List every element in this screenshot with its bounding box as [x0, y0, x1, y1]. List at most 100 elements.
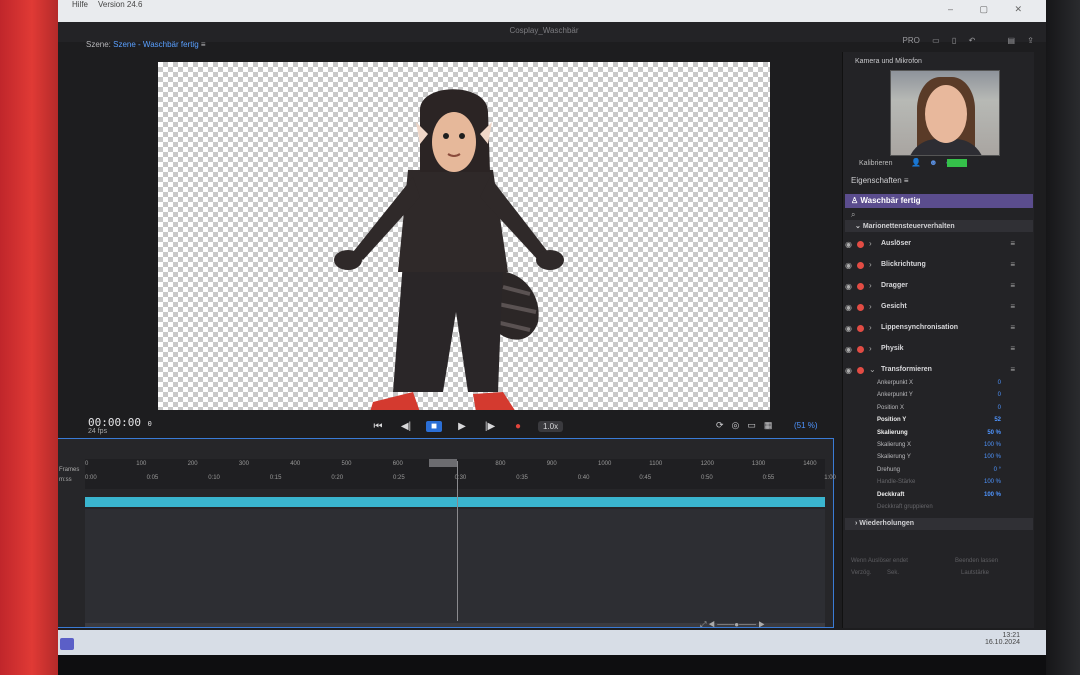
timeline-tracks[interactable] [85, 509, 825, 623]
transform-property[interactable]: Deckkraft 100 % [877, 492, 1017, 504]
playhead[interactable] [457, 461, 458, 621]
expand-icon[interactable]: › [869, 323, 872, 332]
menu-icon[interactable]: ≡ [1010, 302, 1015, 311]
go-to-start-icon[interactable]: ⏮ [370, 421, 386, 432]
arm-record-icon[interactable] [857, 346, 864, 353]
transform-property[interactable]: Skalierung Y 100 % [877, 454, 1017, 466]
step-back-icon[interactable]: ◀| [398, 421, 414, 432]
arm-record-icon[interactable] [857, 241, 864, 248]
menu-icon[interactable]: ≡ [1010, 344, 1015, 353]
grid-icon[interactable]: ▦ [764, 420, 781, 430]
property-value[interactable]: 50 % [987, 430, 1001, 436]
property-value[interactable]: 100 % [984, 479, 1001, 485]
expand-icon[interactable]: › [869, 344, 872, 353]
monitor-icon[interactable]: ▭ [747, 420, 764, 430]
transform-property[interactable]: Ankerpunkt X 0 [877, 380, 1017, 392]
layout-icon[interactable]: ▭ [932, 36, 940, 45]
behavior-row[interactable]: ◉ › Physik ≡ [845, 341, 1033, 359]
record-icon[interactable]: ● [510, 421, 526, 432]
property-value[interactable]: 0 [998, 405, 1001, 411]
puppet-character[interactable] [158, 62, 770, 410]
zoom-level[interactable]: (51 %) [794, 421, 818, 430]
arm-record-icon[interactable] [857, 262, 864, 269]
expand-icon[interactable]: › [869, 281, 872, 290]
playhead-handle[interactable] [429, 459, 457, 467]
behavior-row[interactable]: ◉ › Gesicht ≡ [845, 299, 1033, 317]
transform-property[interactable]: Skalierung 50 % [877, 430, 1017, 442]
pro-badge[interactable]: PRO [903, 36, 920, 45]
expand-icon[interactable]: › [869, 239, 872, 248]
repeats-header[interactable]: › Wiederholungen [845, 518, 1033, 530]
property-value[interactable]: 0 [998, 380, 1001, 386]
transform-property[interactable]: Handle-Stärke 100 % [877, 479, 1017, 491]
stop-icon[interactable]: ■ [426, 420, 442, 432]
time-tick: 0:25 [393, 475, 405, 481]
panel-icon[interactable]: ▯ [952, 36, 956, 45]
property-value[interactable]: 0 [998, 392, 1001, 398]
visibility-icon[interactable]: ◉ [845, 282, 852, 291]
behavior-row[interactable]: ◉ › Lippensynchronisation ≡ [845, 320, 1033, 338]
visibility-icon[interactable]: ◉ [845, 240, 852, 249]
visibility-icon[interactable]: ◉ [845, 303, 852, 312]
arm-record-icon[interactable] [857, 367, 864, 374]
visibility-icon[interactable]: ◉ [845, 261, 852, 270]
property-value[interactable]: 100 % [984, 442, 1001, 448]
speed-button[interactable]: 1.0x [538, 420, 564, 432]
arm-record-icon[interactable] [857, 325, 864, 332]
menu-icon[interactable]: ≡ [1010, 239, 1015, 248]
search-icon[interactable]: ⌕ [851, 210, 855, 220]
arm-record-icon[interactable] [857, 304, 864, 311]
undo-icon[interactable]: ↶ [969, 36, 976, 45]
behaviors-header[interactable]: ⌄ Marionettensteuerverhalten [845, 220, 1033, 232]
arm-record-icon[interactable] [857, 283, 864, 290]
transform-property[interactable]: Deckkraft gruppieren [877, 504, 1017, 516]
sync-icon[interactable]: ⟳ [716, 420, 732, 430]
scene-selector[interactable]: Szene: Szene - Waschbär fertig ≡ [86, 40, 206, 49]
scene-stage[interactable] [158, 62, 770, 410]
menu-icon[interactable]: ≡ [1010, 365, 1015, 374]
property-value[interactable]: 100 % [984, 454, 1001, 460]
calibrate-label[interactable]: Kalibrieren [859, 160, 892, 167]
property-value[interactable]: 0 ° [994, 467, 1001, 473]
comment-icon[interactable]: ▤ [1008, 36, 1016, 45]
behavior-row[interactable]: ◉ ⌄ Transformieren ≡ [845, 362, 1033, 380]
expand-icon[interactable]: › [869, 302, 872, 311]
window-controls[interactable]: – ▢ ✕ [948, 4, 1034, 15]
right-panel: Kamera und Mikrofon Kalibrieren 👤 ☻ ● Ei… [842, 52, 1034, 628]
transform-property[interactable]: Position X 0 [877, 405, 1017, 417]
visibility-icon[interactable]: ◉ [845, 324, 852, 333]
frame-tick: 600 [392, 461, 403, 467]
scene-name[interactable]: Szene - Waschbär fertig [113, 40, 199, 49]
behavior-row[interactable]: ◉ › Blickrichtung ≡ [845, 257, 1033, 275]
property-value[interactable]: 52 [994, 417, 1001, 423]
transform-property[interactable]: Ankerpunkt Y 0 [877, 392, 1017, 404]
menu-item-help[interactable]: Hilfe [72, 0, 88, 9]
clock-time[interactable]: 13:21 [985, 632, 1020, 639]
step-forward-icon[interactable]: |▶ [482, 421, 498, 432]
puppet-track[interactable] [85, 497, 825, 507]
transform-property[interactable]: Skalierung X 100 % [877, 442, 1017, 454]
clock-date[interactable]: 16.10.2024 [985, 639, 1020, 646]
menu-icon[interactable]: ≡ [1010, 323, 1015, 332]
timeline-zoom-slider[interactable]: ⤢ ◀ ───●─── ▶ [700, 620, 765, 630]
visibility-icon[interactable]: ◉ [845, 366, 852, 375]
camera-panel-title: Kamera und Mikrofon [855, 58, 922, 65]
behavior-row[interactable]: ◉ › Dragger ≡ [845, 278, 1033, 296]
expand-icon[interactable]: ⌄ [869, 365, 876, 374]
play-icon[interactable]: ▶ [454, 421, 470, 432]
camera-icon[interactable]: ◎ [732, 420, 748, 430]
teams-icon[interactable] [60, 638, 74, 650]
share-icon[interactable]: ⇪ [1027, 36, 1034, 45]
transform-property[interactable]: Position Y 52 [877, 417, 1017, 429]
property-value[interactable]: 100 % [984, 492, 1001, 498]
version-label: Version 24.6 [98, 0, 143, 9]
behavior-row[interactable]: ◉ › Auslöser ≡ [845, 236, 1033, 254]
expand-icon[interactable]: › [869, 260, 872, 269]
menu-icon[interactable]: ≡ [1010, 281, 1015, 290]
menu-icon[interactable]: ≡ [201, 40, 206, 49]
puppet-name-bar[interactable]: ♙ Waschbär fertig [845, 194, 1033, 208]
visibility-icon[interactable]: ◉ [845, 345, 852, 354]
menu-icon[interactable]: ≡ [1010, 260, 1015, 269]
faint-finish-dropdown[interactable]: Beenden lassen [955, 558, 998, 564]
transform-property[interactable]: Drehung 0 ° [877, 467, 1017, 479]
